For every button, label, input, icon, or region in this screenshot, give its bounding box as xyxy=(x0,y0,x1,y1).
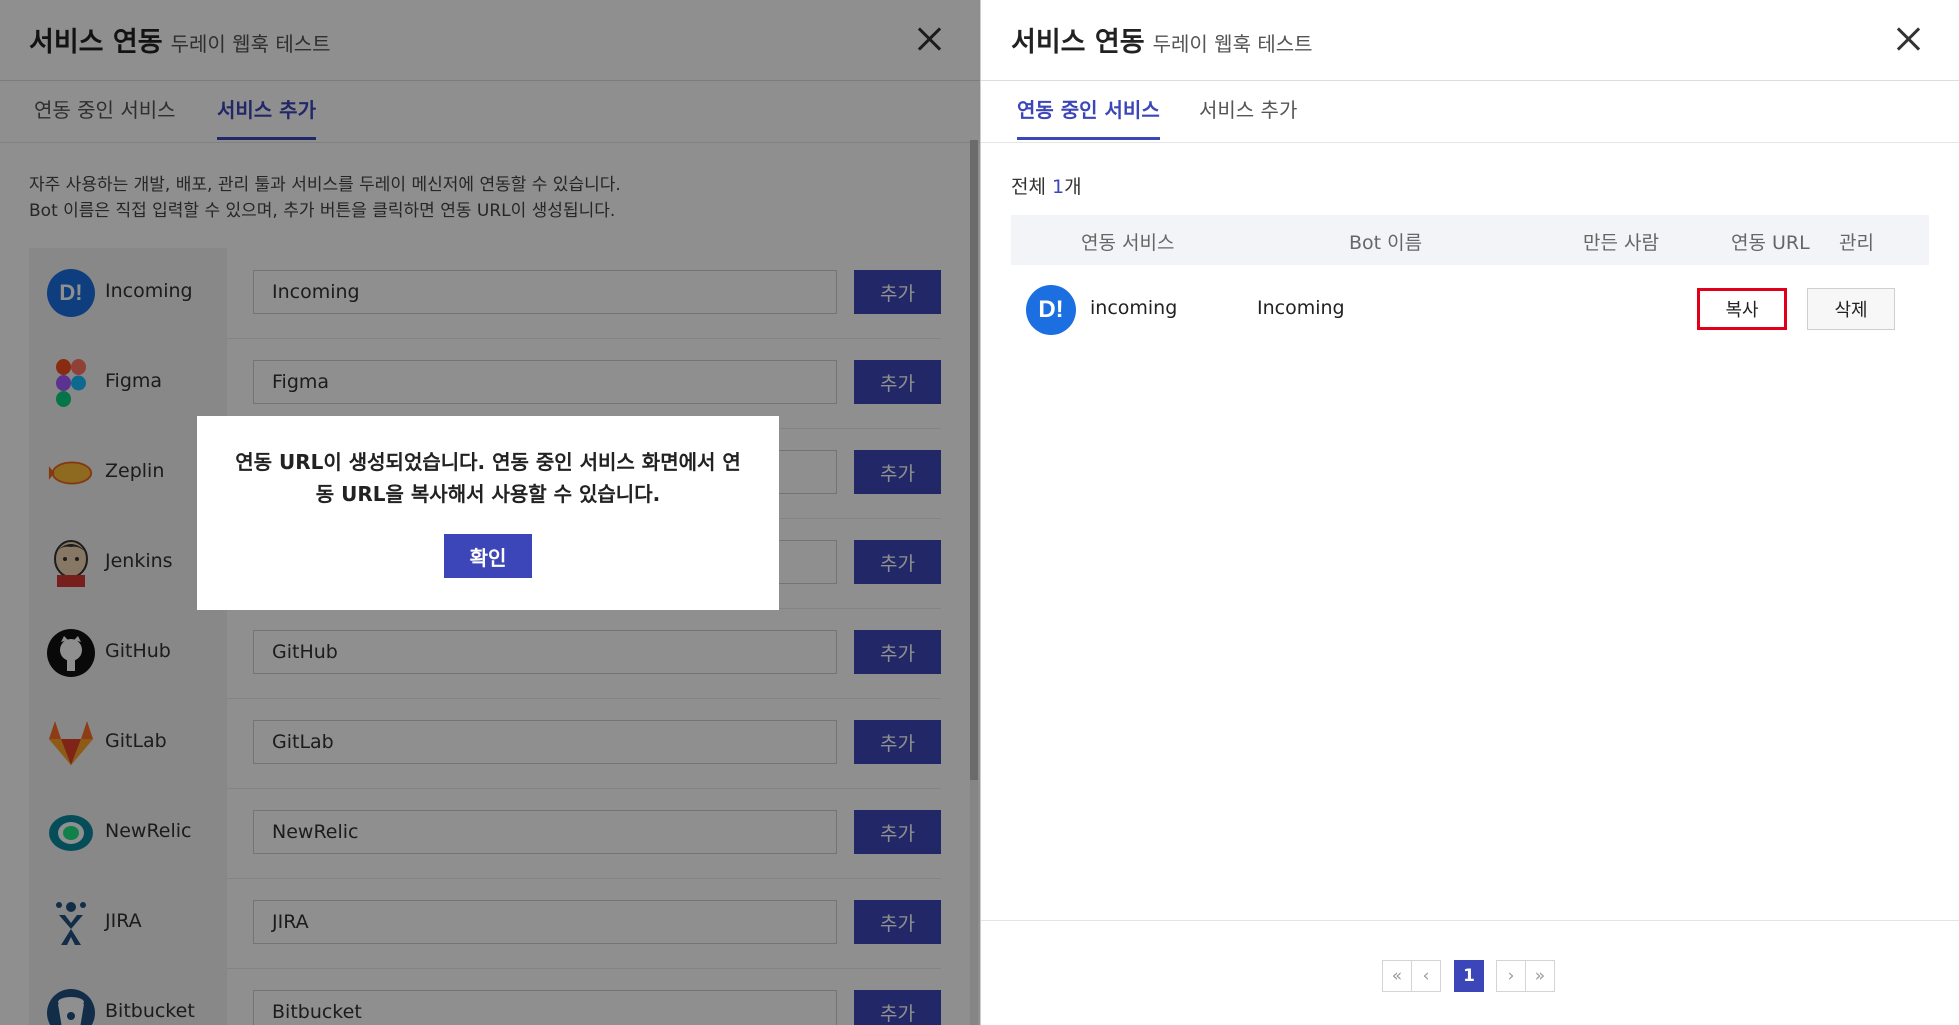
modal-message-line: 연동 URL이 생성되었습니다. 연동 중인 서비스 화면에서 연 xyxy=(235,450,741,474)
confirmation-modal: 연동 URL이 생성되었습니다. 연동 중인 서비스 화면에서 연 동 URL을… xyxy=(197,416,779,610)
panel-header: 서비스 연동 두레이 웹훅 테스트 xyxy=(981,0,1959,81)
first-page-button[interactable]: « xyxy=(1382,960,1412,992)
footer-divider xyxy=(981,920,1959,921)
row-service-name: incoming xyxy=(1090,297,1178,319)
delete-button[interactable]: 삭제 xyxy=(1807,288,1895,330)
modal-message: 연동 URL이 생성되었습니다. 연동 중인 서비스 화면에서 연 동 URL을… xyxy=(227,446,749,510)
title-text: 서비스 연동 xyxy=(1011,27,1145,58)
header-creator: 만든 사람 xyxy=(1583,232,1659,254)
table-row: D! incoming Incoming 복사 삭제 xyxy=(1011,268,1929,352)
tab-bar: 연동 중인 서비스 서비스 추가 xyxy=(981,80,1959,143)
header-bot-name: Bot 이름 xyxy=(1349,232,1423,254)
total-label: 전체 xyxy=(1011,176,1046,198)
confirm-button[interactable]: 확인 xyxy=(444,534,532,578)
close-icon[interactable] xyxy=(1891,22,1925,56)
panel-subtitle: 두레이 웹훅 테스트 xyxy=(1152,32,1313,56)
header-service: 연동 서비스 xyxy=(1081,232,1175,254)
total-unit: 개 xyxy=(1064,176,1082,198)
next-page-button[interactable]: › xyxy=(1496,960,1526,992)
table-header: 연동 서비스 Bot 이름 만든 사람 연동 URL 관리 xyxy=(1011,215,1929,265)
row-bot-name: Incoming xyxy=(1257,297,1345,319)
prev-page-button[interactable]: ‹ xyxy=(1411,960,1441,992)
copy-url-button[interactable]: 복사 xyxy=(1697,288,1787,330)
total-count: 1 xyxy=(1052,176,1065,198)
modal-message-line: 동 URL을 복사해서 사용할 수 있습니다. xyxy=(315,482,661,506)
last-page-button[interactable]: » xyxy=(1525,960,1555,992)
dooray-icon: D! xyxy=(1026,285,1076,335)
total-count-text: 전체 1개 xyxy=(1011,172,1082,199)
current-page-button[interactable]: 1 xyxy=(1454,960,1484,992)
panel-title: 서비스 연동 두레이 웹훅 테스트 xyxy=(1011,20,1313,59)
left-panel: 서비스 연동 두레이 웹훅 테스트 연동 중인 서비스 서비스 추가 자주 사용하… xyxy=(0,0,980,1025)
tab-add-service[interactable]: 서비스 추가 xyxy=(1199,94,1297,137)
right-panel: 서비스 연동 두레이 웹훅 테스트 연동 중인 서비스 서비스 추가 전체 1개 … xyxy=(980,0,1959,1025)
header-manage: 관리 xyxy=(1839,232,1874,254)
tab-connected-services[interactable]: 연동 중인 서비스 xyxy=(1017,94,1160,140)
header-url: 연동 URL xyxy=(1731,232,1810,254)
